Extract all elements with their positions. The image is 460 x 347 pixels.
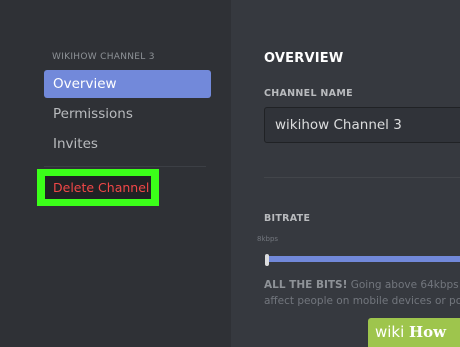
bitrate-label: BITRATE [264, 213, 311, 224]
delete-highlight-box: Delete Channel [37, 169, 159, 206]
bitrate-tick-label: 8kbps [257, 235, 279, 243]
bitrate-slider-handle[interactable] [265, 254, 269, 266]
page-title: OVERVIEW [264, 51, 344, 66]
sidebar-item-invites[interactable]: Invites [44, 130, 211, 158]
settings-sidebar: WIKIHOW CHANNEL 3 Overview Permissions I… [0, 0, 231, 347]
bitrate-slider[interactable] [265, 254, 460, 266]
sidebar-item-overview[interactable]: Overview [44, 70, 211, 98]
channel-section-label: WIKIHOW CHANNEL 3 [52, 52, 155, 62]
bitrate-slider-fill [266, 256, 460, 262]
watermark-how: How [409, 323, 447, 341]
delete-channel-label: Delete Channel [53, 180, 150, 195]
section-divider [264, 177, 460, 178]
sidebar-item-permissions[interactable]: Permissions [44, 100, 211, 128]
wikihow-watermark: wiki How [368, 318, 460, 347]
watermark-wiki: wiki [375, 323, 405, 341]
channel-name-input[interactable] [264, 107, 460, 143]
hint-line1: Going above 64kbps is [347, 279, 460, 291]
hint-line2: affect people on mobile devices or poo [264, 295, 460, 307]
hint-bold: ALL THE BITS! [264, 279, 348, 291]
bitrate-hint: ALL THE BITS! Going above 64kbps is affe… [264, 277, 460, 309]
settings-main: OVERVIEW CHANNEL NAME BITRATE 8kbps ALL … [231, 0, 460, 347]
sidebar-divider [44, 166, 206, 167]
delete-channel-button[interactable]: Delete Channel [45, 176, 151, 199]
channel-name-label: CHANNEL NAME [264, 88, 353, 99]
